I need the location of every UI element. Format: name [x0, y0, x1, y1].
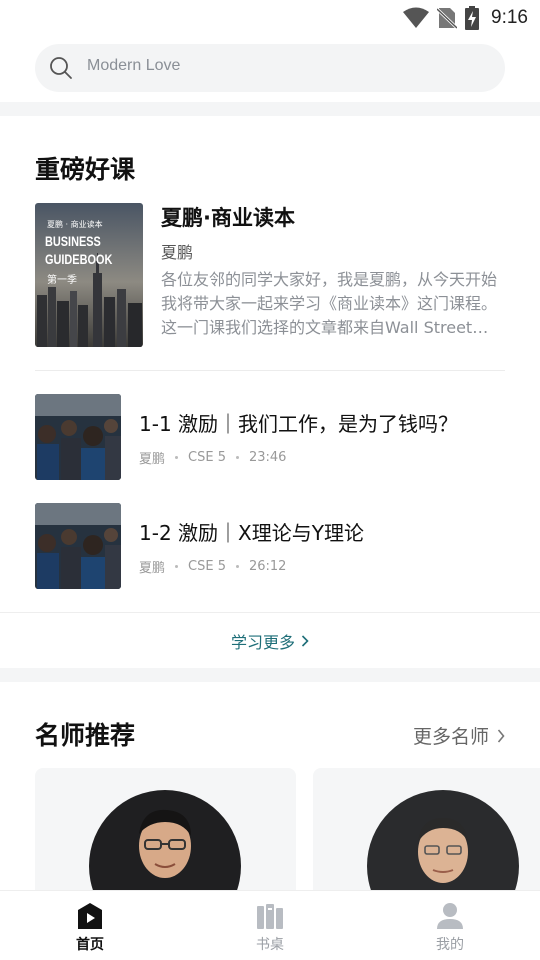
search-icon	[50, 57, 72, 79]
books-icon	[257, 904, 283, 929]
separator-dot	[175, 565, 179, 568]
lesson-meta: 夏鹏 CSE 5 23:46	[139, 448, 286, 467]
battery-charging-icon	[465, 6, 480, 30]
book-description: 各位友邻的同学大家好，我是夏鹏，从今天开始我将带大家一起来学习《商业读本》这门课…	[161, 268, 506, 340]
play-icon	[78, 903, 102, 929]
lesson-teacher: 夏鹏	[139, 452, 166, 467]
book-author: 夏鹏	[161, 243, 194, 262]
no-sim-icon	[437, 7, 458, 29]
book-description-text: 各位友邻的同学大家好，我是夏鹏，从今天开始我将带大家一起来学习《商业读本》这门课…	[161, 270, 498, 337]
book-cover[interactable]: 夏鹏 · 商业读本 BUSINESS GUIDEBOOK 第一季	[35, 203, 143, 347]
cover-series-label: 夏鹏 · 商业读本	[47, 220, 103, 229]
lesson-level: CSE 5	[188, 450, 226, 465]
tab-label: 书桌	[256, 937, 284, 953]
lesson-duration: 26:12	[248, 559, 287, 574]
search-placeholder: Modern Love	[87, 57, 181, 74]
learn-more-link[interactable]: 学习更多	[0, 613, 540, 668]
wifi-icon	[403, 7, 430, 28]
search-input[interactable]: Modern Love	[35, 44, 505, 92]
separator-dot	[175, 456, 179, 459]
status-bar: 9:16	[0, 0, 540, 36]
divider	[35, 370, 505, 371]
cover-season-label: 第一季	[47, 275, 77, 286]
tab-desk[interactable]: 书桌	[180, 891, 360, 960]
lesson-thumbnail	[35, 503, 121, 589]
status-icons: 9:16	[403, 6, 528, 30]
more-teachers-label: 更多名师	[412, 726, 489, 748]
chevron-right-icon	[301, 634, 309, 647]
tab-label: 我的	[436, 937, 464, 953]
separator-dot	[235, 456, 239, 459]
tab-home[interactable]: 首页	[0, 891, 180, 960]
lesson-duration: 23:46	[248, 450, 287, 465]
section-title: 名师推荐	[35, 721, 136, 750]
separator-dot	[235, 565, 239, 568]
tab-label: 首页	[76, 937, 104, 953]
bottom-tab-bar: 首页 书桌 我的	[0, 890, 540, 960]
search-area: Modern Love	[0, 36, 540, 102]
lesson-teacher: 夏鹏	[139, 561, 166, 576]
learn-more-label: 学习更多	[230, 632, 295, 652]
chevron-right-icon	[497, 728, 505, 743]
more-teachers-link[interactable]: 更多名师	[413, 722, 505, 749]
cover-title-line2: GUIDEBOOK	[45, 251, 113, 267]
lesson-title: 1-2 激励｜X理论与Y理论	[139, 521, 364, 545]
lesson-thumbnail	[35, 394, 121, 480]
person-icon	[437, 903, 463, 929]
section-title: 重磅好课	[35, 155, 136, 184]
book-title[interactable]: 夏鹏·商业读本	[161, 202, 295, 232]
cover-title-line1: BUSINESS	[45, 233, 101, 249]
tab-profile[interactable]: 我的	[360, 891, 540, 960]
status-time: 9:16	[491, 7, 528, 28]
lesson-title: 1-1 激励｜我们工作，是为了钱吗？	[139, 412, 459, 436]
lesson-meta: 夏鹏 CSE 5 26:12	[139, 557, 286, 576]
lesson-level: CSE 5	[188, 559, 226, 574]
featured-section: 重磅好课 夏鹏 · 商业读本 BUSINESS GUIDEBOOK 第一季 夏鹏…	[0, 116, 540, 668]
